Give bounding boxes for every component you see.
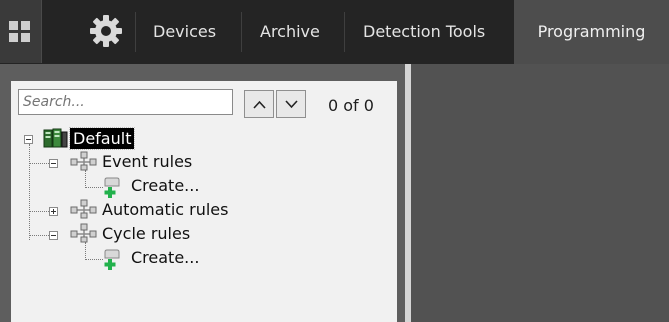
rule-group-icon <box>70 223 97 243</box>
tree-node-create-cycle-rule[interactable]: Create... <box>131 248 199 267</box>
tree-connector <box>85 170 86 188</box>
tree-connector <box>85 259 103 260</box>
search-next-button[interactable] <box>276 90 306 118</box>
tab-detection-tools[interactable]: Detection Tools <box>363 0 485 64</box>
tree-node-default[interactable]: Default <box>68 127 136 150</box>
tab-divider <box>135 12 136 52</box>
tab-divider <box>241 12 242 52</box>
rule-group-icon <box>70 151 97 171</box>
tree-connector <box>85 187 103 188</box>
search-previous-button[interactable] <box>244 90 274 118</box>
tab-programming[interactable]: Programming <box>514 0 669 64</box>
create-rule-icon <box>104 249 120 270</box>
tree-node-cycle-rules[interactable]: Cycle rules <box>102 224 190 243</box>
tree-connector <box>29 163 49 164</box>
collapse-toggle-default[interactable] <box>24 135 33 144</box>
collapse-toggle-event-rules[interactable] <box>49 159 58 168</box>
tree-connector <box>29 211 49 212</box>
tab-divider <box>344 12 345 52</box>
workspace-area <box>411 64 669 322</box>
tree-connector <box>29 235 49 236</box>
search-input[interactable] <box>18 89 233 115</box>
chevron-up-icon <box>253 100 266 109</box>
settings-button[interactable] <box>76 0 136 64</box>
tree-node-automatic-rules[interactable]: Automatic rules <box>102 200 228 219</box>
top-navigation-bar: Devices Archive Detection Tools Programm… <box>0 0 669 64</box>
collapse-toggle-cycle-rules[interactable] <box>49 231 58 240</box>
search-result-counter: 0 of 0 <box>328 96 374 115</box>
gear-icon <box>90 15 122 47</box>
tree-connector <box>85 242 86 260</box>
chevron-down-icon <box>285 100 298 109</box>
tree-node-event-rules[interactable]: Event rules <box>102 152 192 171</box>
main-menu-button[interactable] <box>0 0 42 63</box>
tree-connector <box>29 144 30 240</box>
tab-devices[interactable]: Devices <box>153 0 216 64</box>
expand-toggle-automatic-rules[interactable] <box>49 207 58 216</box>
tab-archive[interactable]: Archive <box>260 0 320 64</box>
rule-group-icon <box>70 199 97 219</box>
tree-node-create-event-rule[interactable]: Create... <box>131 176 199 195</box>
create-rule-icon <box>104 177 120 198</box>
server-rack-icon <box>43 128 68 148</box>
